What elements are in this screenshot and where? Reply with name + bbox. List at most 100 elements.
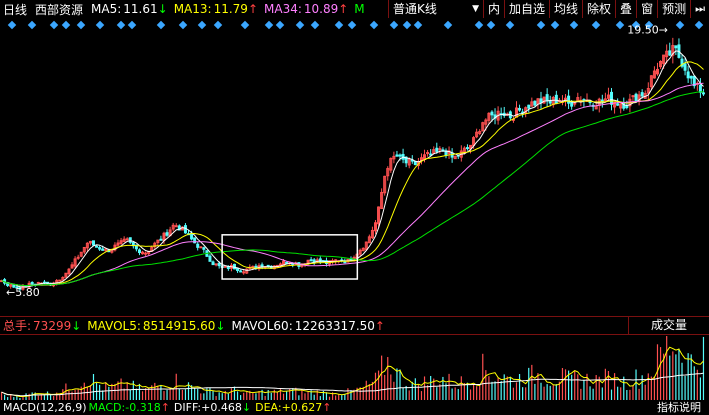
signal-diamond-icon [389, 20, 399, 30]
ma13-value: 11.79 [213, 2, 248, 16]
candle-body [465, 147, 469, 150]
signal-diamond-icon [7, 20, 17, 30]
candle-body [144, 252, 148, 255]
signal-diamond-icon [694, 20, 704, 30]
candle-body [582, 99, 586, 102]
period-label[interactable]: 日线 [3, 1, 27, 18]
candle-body [567, 95, 571, 104]
candle-body [668, 50, 672, 56]
add-watchlist-button[interactable]: 加自选 [504, 0, 549, 18]
mavol60-label: MAVOL60: [231, 318, 293, 333]
header-bar: 日线 西部资源 MA5: 11.61 ↓ MA13: 11.79 ↑ MA34:… [0, 0, 709, 18]
volume-chart[interactable] [0, 334, 709, 400]
candle-body [239, 270, 243, 273]
candle-body [674, 45, 678, 49]
candle-body [616, 103, 620, 106]
signal-diamond-icon [474, 20, 484, 30]
candle-body [226, 266, 230, 270]
signal-diamond-icon [76, 20, 86, 30]
candle-body [625, 105, 629, 109]
toolbar: 普通K线 ▼ 内 加自选 均线 除权 叠 窗 预测 ⏭ [387, 0, 709, 18]
candle-body [435, 147, 439, 152]
candle-body [202, 247, 206, 250]
signal-diamond-icon [569, 20, 579, 30]
candle-body [548, 100, 552, 104]
kline-chart[interactable]: 19.50→ ←5.80 [0, 20, 709, 314]
signal-diamond-icon [27, 20, 37, 30]
volume-total-arrow: ↓ [71, 318, 82, 333]
candle-body [58, 279, 62, 282]
diff-label: DIFF: [173, 400, 202, 414]
signal-diamond-icon [95, 20, 105, 30]
candle-body [125, 238, 129, 241]
candle-body [101, 248, 105, 251]
ma5-arrow: ↓ [157, 2, 168, 16]
signal-diamond-icon [505, 20, 515, 30]
signal-diamond-icon [402, 20, 412, 30]
candle-body [588, 101, 592, 104]
macd-arrow: ↑ [160, 400, 170, 414]
volume-indicator-button[interactable]: 成交量 [628, 317, 709, 334]
volume-total-value: 73299 [33, 318, 72, 333]
window-button[interactable]: 窗 [636, 0, 657, 18]
mavol5-value: 8514915.60 [142, 318, 216, 333]
candle-body [183, 225, 187, 234]
diff-value: +0.468 [201, 400, 242, 414]
signal-diamond-icon [61, 20, 71, 30]
candle-body [698, 84, 702, 93]
candle-body [539, 98, 543, 104]
skip-end-icon[interactable]: ⏭ [690, 0, 709, 18]
candle-body [600, 99, 604, 102]
ma34-line [1, 82, 704, 287]
signal-diamond-icon [275, 20, 285, 30]
signal-diamond-icon [413, 20, 423, 30]
candle-body [683, 63, 687, 71]
candle-body [30, 281, 34, 285]
dea-value: +0.627 [281, 400, 323, 414]
volume-total-label: 总手: [3, 319, 32, 333]
candle-body [208, 255, 212, 262]
candle-body [199, 246, 203, 249]
candle-body [242, 271, 246, 274]
candle-body [634, 93, 638, 103]
signal-diamond-icon [347, 20, 357, 30]
ex-rights-button[interactable]: 除权 [582, 0, 615, 18]
candle-body [689, 75, 693, 79]
macd-params-label: MACD(12,26,9) [3, 400, 87, 414]
candle-body [223, 265, 227, 268]
signal-diamond-icon [486, 20, 496, 30]
candle-body [128, 237, 132, 243]
candle-body [137, 249, 141, 254]
inner-button[interactable]: 内 [482, 0, 504, 18]
stock-name: 西部资源 [35, 2, 84, 17]
candle-body [95, 245, 99, 248]
price-high-label: 19.50→ [627, 23, 668, 36]
overlay-button[interactable]: 叠 [615, 0, 636, 18]
macd-label: MACD: [88, 400, 126, 414]
kline-type-select[interactable]: 普通K线 ▼ [387, 0, 483, 18]
volume-header: 总手: 73299 ↓ MAVOL5: 8514915.60 ↓ MAVOL60… [0, 316, 709, 335]
mavol5-arrow: ↓ [215, 318, 226, 333]
ma34-label: MA34: [264, 2, 302, 16]
macd-value: -0.318 [125, 400, 161, 414]
candle-body [490, 111, 494, 116]
forecast-button[interactable]: 预测 [657, 0, 690, 18]
ma5-value: 11.61 [123, 2, 158, 16]
signal-diamond-icon [197, 20, 207, 30]
candle-body [554, 94, 558, 104]
candle-body [518, 107, 522, 111]
candle-body [640, 92, 644, 97]
candle-body [309, 259, 313, 262]
ma-lines-button[interactable]: 均线 [549, 0, 582, 18]
mavol60-value: 12263317.50 [294, 318, 375, 333]
mavol5-line [1, 346, 704, 397]
signal-diamond-icon [213, 20, 223, 30]
candle-body [196, 243, 200, 248]
candle-body [533, 100, 537, 106]
candle-body [701, 92, 705, 95]
candle-body [429, 153, 433, 156]
indicator-help-link[interactable]: 指标说明 [657, 399, 701, 415]
ma13-line [1, 61, 704, 287]
kline-type-value: 普通K线 [392, 2, 437, 16]
m-label: M [354, 2, 365, 16]
